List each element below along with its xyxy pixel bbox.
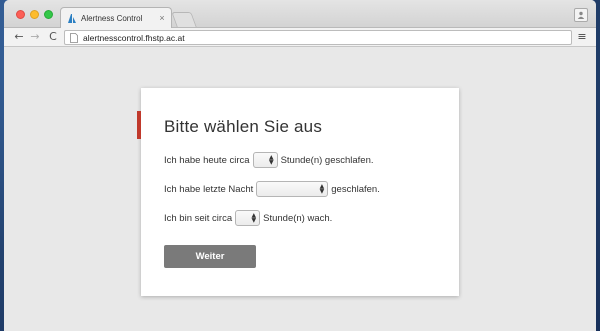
url-text: alertnesscontrol.fhstp.ac.at <box>83 32 185 43</box>
maximize-window-button[interactable] <box>44 10 53 19</box>
page-title: Bitte wählen Sie aus <box>164 117 323 136</box>
tab-close-icon[interactable]: × <box>157 13 167 23</box>
accent-bar <box>137 111 141 139</box>
last-night-select[interactable]: ▲ ▼ <box>256 181 329 197</box>
awake-hours-select[interactable]: ▲ ▼ <box>235 210 261 226</box>
last-night-row: Ich habe letzte Nacht ▲ ▼ geschlafen. <box>164 181 380 197</box>
page-icon <box>70 32 78 43</box>
form-card: Bitte wählen Sie aus Ich habe heute circ… <box>137 88 459 296</box>
select-arrows-icon: ▲ ▼ <box>268 154 274 166</box>
profile-button[interactable] <box>574 8 588 22</box>
select-arrows-icon: ▲ ▼ <box>319 183 325 195</box>
sleep-today-hours-select[interactable]: ▲ ▼ <box>252 152 278 168</box>
close-window-button[interactable] <box>16 10 25 19</box>
address-bar[interactable]: alertnesscontrol.fhstp.ac.at <box>64 30 572 45</box>
site-favicon-icon <box>68 13 76 23</box>
minimize-window-button[interactable] <box>30 10 39 19</box>
sleep-today-label: Ich habe heute circa <box>164 154 250 166</box>
continue-button[interactable]: Weiter <box>164 245 256 268</box>
last-night-suffix: geschlafen. <box>331 183 380 195</box>
awake-row: Ich bin seit circa ▲ ▼ Stunde(n) wach. <box>164 210 332 226</box>
browser-window: Alertness Control × ← → C alertnesscontr… <box>4 0 596 331</box>
awake-suffix: Stunde(n) wach. <box>263 212 333 224</box>
awake-label: Ich bin seit circa <box>164 212 233 224</box>
sleep-today-row: Ich habe heute circa ▲ ▼ Stunde(n) geschl… <box>164 152 374 168</box>
select-arrows-icon: ▲ ▼ <box>251 212 257 224</box>
tab-alertness-control[interactable]: Alertness Control × <box>60 7 172 28</box>
last-night-label: Ich habe letzte Nacht <box>164 183 254 195</box>
forward-arrow-icon[interactable]: → <box>28 30 42 44</box>
new-tab-button[interactable] <box>171 12 197 27</box>
back-arrow-icon[interactable]: ← <box>12 30 26 44</box>
page-viewport: Bitte wählen Sie aus Ich habe heute circ… <box>4 48 596 331</box>
sleep-today-suffix: Stunde(n) geschlafen. <box>280 154 374 166</box>
browser-toolbar: ← → C alertnesscontrol.fhstp.ac.at ≡ <box>4 28 596 47</box>
tab-bar: Alertness Control × <box>4 0 596 28</box>
tab-title: Alertness Control <box>81 13 143 23</box>
menu-icon[interactable]: ≡ <box>576 31 588 43</box>
person-icon <box>577 11 585 19</box>
reload-icon[interactable]: C <box>46 30 60 44</box>
